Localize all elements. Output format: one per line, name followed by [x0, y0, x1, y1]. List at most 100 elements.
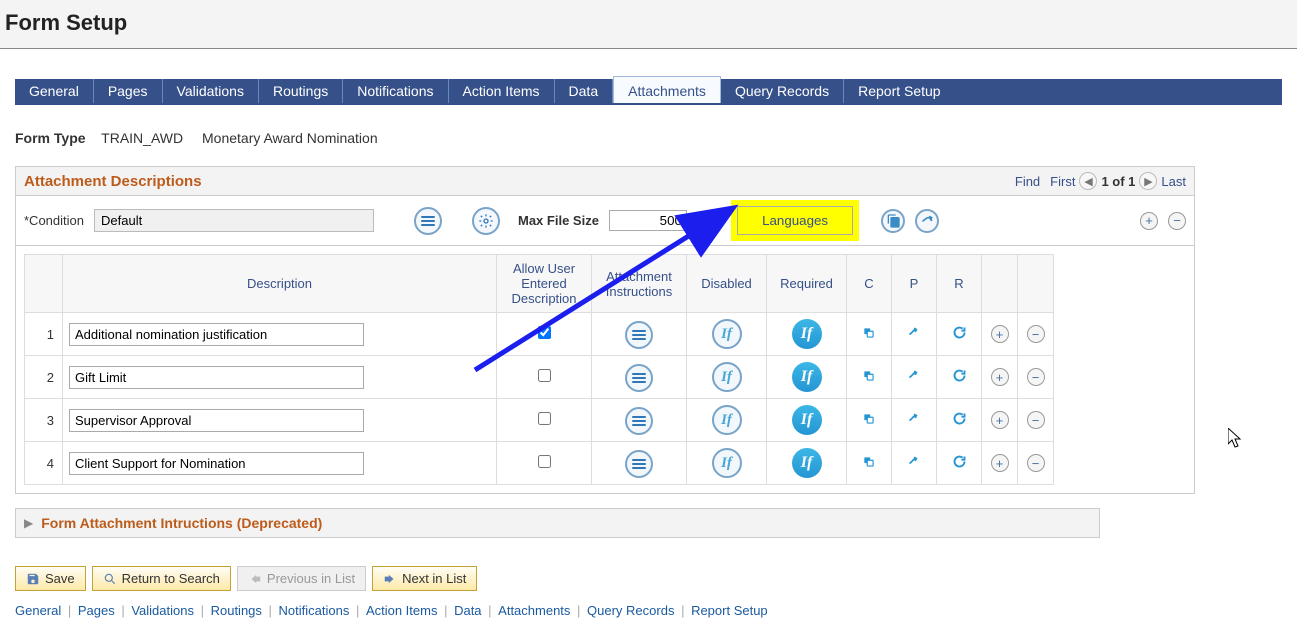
copy-row-icon[interactable]: [862, 413, 876, 429]
paste-row-icon[interactable]: [907, 370, 921, 386]
table-row: 2 If If + −: [25, 356, 1054, 399]
instructions-icon[interactable]: [625, 321, 653, 349]
max-file-unit: kb: [697, 213, 712, 228]
row-number: 3: [25, 399, 63, 442]
description-input[interactable]: [69, 366, 364, 389]
col-c[interactable]: C: [847, 255, 892, 313]
reset-row-icon[interactable]: [952, 413, 967, 429]
allow-user-checkbox[interactable]: [538, 412, 551, 425]
required-if-icon[interactable]: If: [792, 319, 822, 349]
next-arrow-icon[interactable]: ▶: [1139, 172, 1157, 190]
delete-row-icon[interactable]: −: [1027, 411, 1045, 429]
allow-user-checkbox[interactable]: [538, 326, 551, 339]
instructions-icon[interactable]: [625, 407, 653, 435]
return-to-search-button[interactable]: Return to Search: [92, 566, 231, 591]
condition-label: *Condition: [24, 213, 84, 228]
breadcrumb-link[interactable]: Attachments: [498, 603, 570, 618]
breadcrumb-link[interactable]: Action Items: [366, 603, 438, 618]
deprecated-section[interactable]: ▶ Form Attachment Intructions (Deprecate…: [15, 508, 1100, 538]
form-type-code: TRAIN_AWD: [101, 130, 183, 146]
required-if-icon[interactable]: If: [792, 362, 822, 392]
row-number: 2: [25, 356, 63, 399]
tab-notifications[interactable]: Notifications: [343, 79, 448, 103]
tab-attachments[interactable]: Attachments: [613, 76, 721, 103]
condition-options-icon[interactable]: [414, 207, 442, 235]
disabled-if-icon[interactable]: If: [712, 448, 742, 478]
col-allow-user[interactable]: Allow User Entered Description: [497, 255, 592, 313]
copy-row-icon[interactable]: [862, 456, 876, 472]
tab-general[interactable]: General: [15, 79, 94, 103]
expand-triangle-icon[interactable]: ▶: [24, 516, 33, 530]
languages-button[interactable]: Languages: [737, 206, 853, 235]
breadcrumb-link[interactable]: Notifications: [279, 603, 350, 618]
copy-row-icon[interactable]: [862, 327, 876, 343]
description-input[interactable]: [69, 452, 364, 475]
add-row-icon[interactable]: +: [991, 368, 1009, 386]
disabled-if-icon[interactable]: If: [712, 405, 742, 435]
breadcrumb-link[interactable]: Routings: [211, 603, 262, 618]
next-in-list-button[interactable]: Next in List: [372, 566, 477, 591]
paste-row-icon[interactable]: [907, 456, 921, 472]
tab-validations[interactable]: Validations: [163, 79, 259, 103]
copy-icon[interactable]: [881, 209, 905, 233]
col-r[interactable]: R: [937, 255, 982, 313]
prev-arrow-icon[interactable]: ◀: [1079, 172, 1097, 190]
breadcrumb-link[interactable]: Report Setup: [691, 603, 768, 618]
condition-input[interactable]: [94, 209, 374, 232]
add-row-icon[interactable]: +: [991, 454, 1009, 472]
save-button[interactable]: Save: [15, 566, 86, 591]
breadcrumb-link[interactable]: Pages: [78, 603, 115, 618]
row-number: 1: [25, 313, 63, 356]
delete-row-icon[interactable]: −: [1027, 368, 1045, 386]
paste-row-icon[interactable]: [907, 327, 921, 343]
disabled-if-icon[interactable]: If: [712, 362, 742, 392]
deprecated-title: Form Attachment Intructions (Deprecated): [41, 515, 322, 531]
description-input[interactable]: [69, 409, 364, 432]
section-title: Attachment Descriptions: [24, 173, 202, 190]
required-if-icon[interactable]: If: [792, 405, 822, 435]
disabled-if-icon[interactable]: If: [712, 319, 742, 349]
tab-routings[interactable]: Routings: [259, 79, 343, 103]
instructions-icon[interactable]: [625, 450, 653, 478]
reset-row-icon[interactable]: [952, 456, 967, 472]
breadcrumb: General | Pages | Validations | Routings…: [15, 603, 1282, 618]
find-link[interactable]: Find: [1015, 174, 1040, 189]
paste-icon[interactable]: [915, 209, 939, 233]
delete-row-icon[interactable]: −: [1027, 454, 1045, 472]
reset-row-icon[interactable]: [952, 370, 967, 386]
breadcrumb-link[interactable]: Data: [454, 603, 481, 618]
breadcrumb-link[interactable]: Query Records: [587, 603, 674, 618]
col-p[interactable]: P: [892, 255, 937, 313]
breadcrumb-link[interactable]: Validations: [131, 603, 194, 618]
add-row-icon[interactable]: +: [991, 411, 1009, 429]
col-description[interactable]: Description: [63, 255, 497, 313]
section-add-row-icon[interactable]: +: [1140, 212, 1158, 230]
tab-data[interactable]: Data: [555, 79, 614, 103]
tab-action-items[interactable]: Action Items: [449, 79, 555, 103]
delete-row-icon[interactable]: −: [1027, 325, 1045, 343]
allow-user-checkbox[interactable]: [538, 369, 551, 382]
add-row-icon[interactable]: +: [991, 325, 1009, 343]
description-input[interactable]: [69, 323, 364, 346]
reset-row-icon[interactable]: [952, 327, 967, 343]
max-file-size-label: Max File Size: [518, 213, 599, 228]
col-disabled[interactable]: Disabled: [687, 255, 767, 313]
page-title: Form Setup: [5, 10, 1292, 36]
instructions-icon[interactable]: [625, 364, 653, 392]
descriptions-grid: Description Allow User Entered Descripti…: [24, 254, 1054, 485]
paste-row-icon[interactable]: [907, 413, 921, 429]
tab-report-setup[interactable]: Report Setup: [844, 79, 955, 103]
tab-pages[interactable]: Pages: [94, 79, 163, 103]
breadcrumb-link[interactable]: General: [15, 603, 61, 618]
last-label[interactable]: Last: [1161, 174, 1186, 189]
settings-gear-icon[interactable]: [472, 207, 500, 235]
col-instructions[interactable]: Attachment Instructions: [592, 255, 687, 313]
required-if-icon[interactable]: If: [792, 448, 822, 478]
copy-row-icon[interactable]: [862, 370, 876, 386]
first-label[interactable]: First: [1050, 174, 1075, 189]
section-delete-row-icon[interactable]: −: [1168, 212, 1186, 230]
col-required[interactable]: Required: [767, 255, 847, 313]
tab-query-records[interactable]: Query Records: [721, 79, 844, 103]
max-file-size-input[interactable]: [609, 210, 687, 231]
allow-user-checkbox[interactable]: [538, 455, 551, 468]
